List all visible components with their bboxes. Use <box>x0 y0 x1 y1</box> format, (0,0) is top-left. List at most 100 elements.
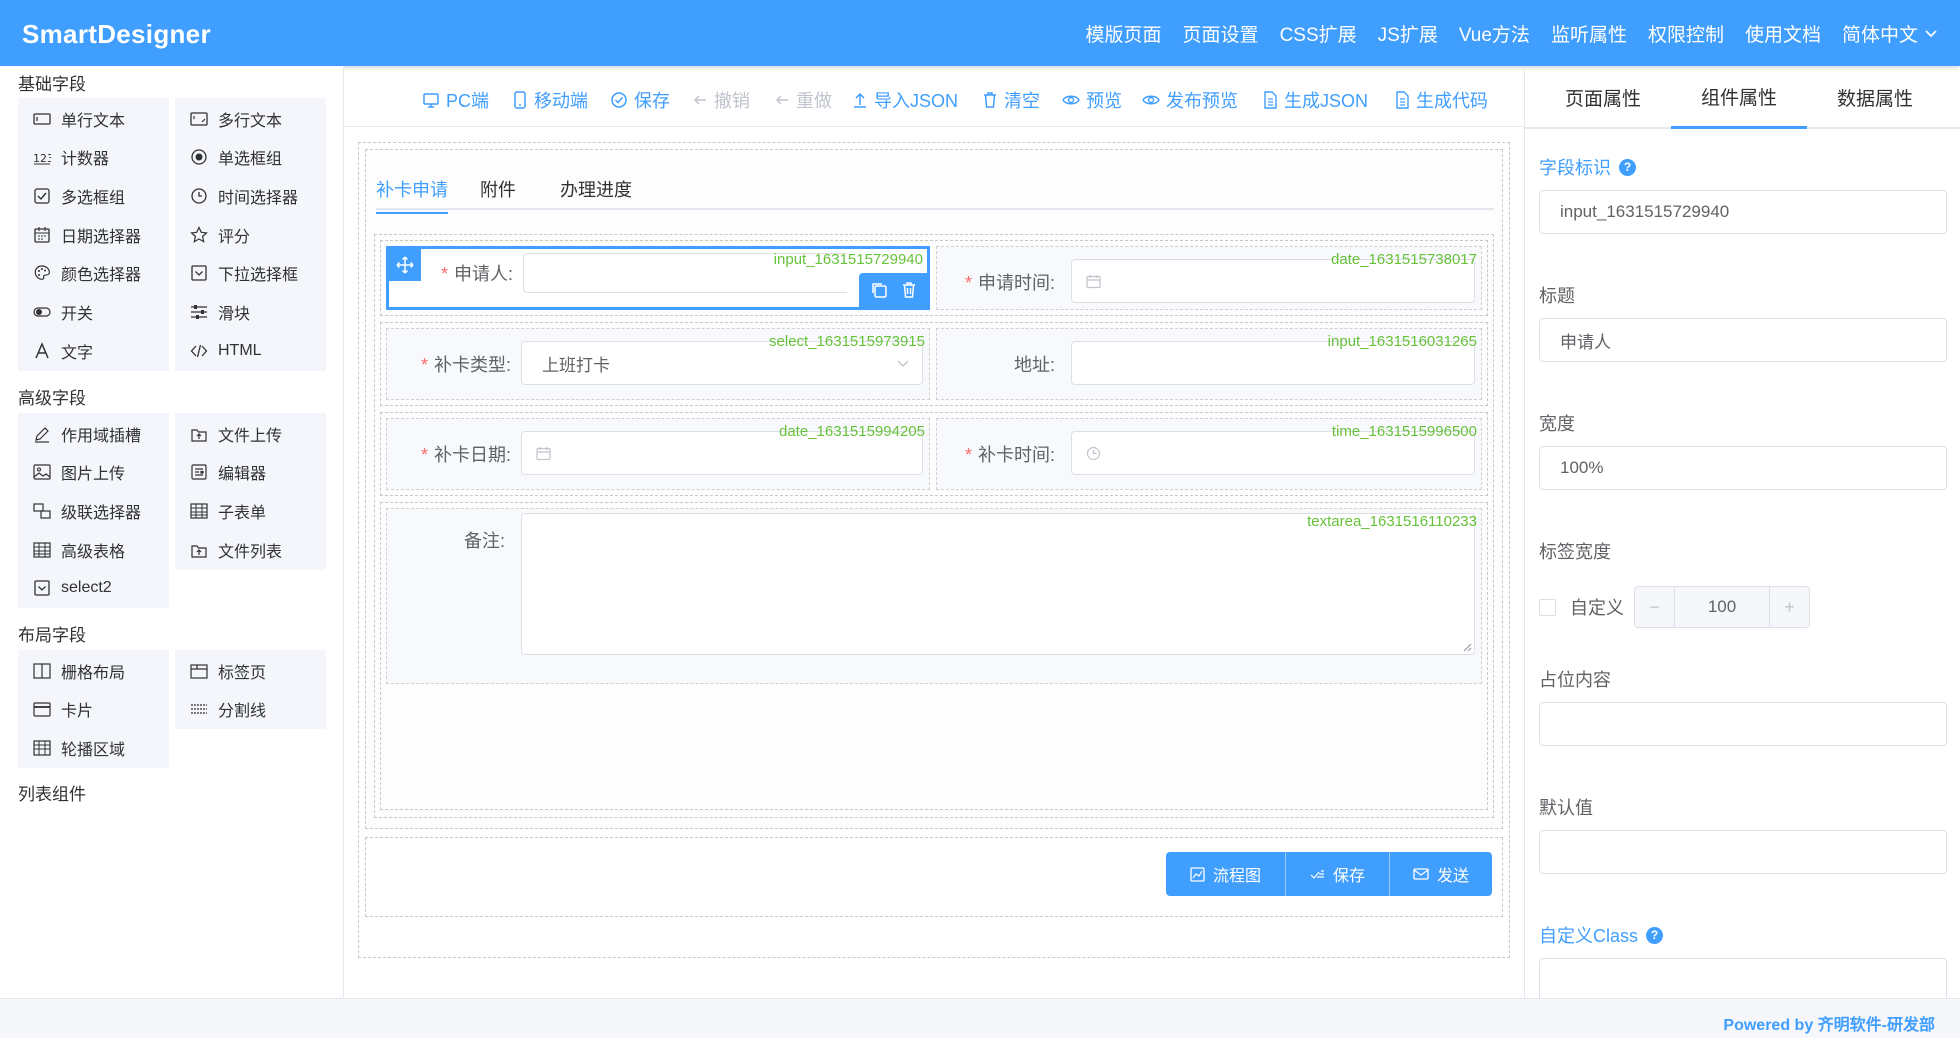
delete-icon[interactable] <box>901 281 917 299</box>
field-remark: 备注: textarea_1631516110233 <box>386 508 1482 684</box>
component-item[interactable]: 颜色选择器 <box>18 252 169 293</box>
component-item[interactable]: 单选框组 <box>175 136 326 177</box>
group-title-advanced: 高级字段 <box>18 389 86 408</box>
required-mark: * <box>964 445 972 465</box>
undo-button[interactable]: 撤销 <box>692 87 750 113</box>
component-item[interactable]: 时间选择器 <box>175 175 326 216</box>
form-save-label: 保存 <box>1332 868 1365 885</box>
save-button[interactable]: 保存 <box>610 87 670 113</box>
redo-button[interactable]: 重做 <box>774 87 832 113</box>
component-item[interactable]: 分割线 <box>175 688 326 729</box>
mobile-button[interactable]: 移动端 <box>512 87 588 113</box>
component-item[interactable]: HTML <box>175 330 326 371</box>
component-item[interactable]: 开关 <box>18 291 169 332</box>
component-item-label: 滑块 <box>218 305 251 323</box>
placeholder-input[interactable] <box>1539 702 1947 746</box>
component-item[interactable]: 栅格布局 <box>18 650 169 691</box>
component-item[interactable]: 卡片 <box>18 688 169 729</box>
nav-watch-props[interactable]: 监听属性 <box>1551 20 1627 47</box>
label-width-value[interactable]: 100 <box>1675 587 1769 627</box>
calendar-icon <box>1086 274 1101 289</box>
language-select[interactable]: 简体中文 <box>1842 20 1938 47</box>
carousel-icon <box>33 739 51 757</box>
remark-textarea[interactable] <box>521 513 1475 655</box>
component-item-label: 轮播区域 <box>61 741 126 759</box>
group-title-list: 列表组件 <box>18 785 86 804</box>
component-item-label: 编辑器 <box>218 465 267 483</box>
apply-time-label: * 申请时间: <box>964 273 1055 293</box>
component-item[interactable]: 日期选择器 <box>18 214 169 255</box>
component-item[interactable]: 级联选择器 <box>18 490 169 531</box>
card-date-label: * 补卡日期: <box>420 445 511 465</box>
tab-progress[interactable]: 办理进度 <box>560 176 632 212</box>
component-item[interactable]: 文件列表 <box>175 529 326 570</box>
tab-page-props[interactable]: 页面属性 <box>1535 66 1671 129</box>
upload-icon <box>190 541 208 559</box>
move-handle-icon[interactable] <box>389 249 421 281</box>
plus-icon[interactable]: + <box>1769 587 1809 627</box>
field-id-input[interactable]: input_1631515729940 <box>1539 190 1947 234</box>
help-icon[interactable]: ? <box>1619 158 1636 176</box>
component-item[interactable]: 子表单 <box>175 490 326 531</box>
tab-apply[interactable]: 补卡申请 <box>376 176 448 214</box>
generate-json-button[interactable]: 生成JSON <box>1262 87 1368 113</box>
title-input[interactable]: 申请人 <box>1539 318 1947 362</box>
textarea-icon <box>190 110 208 128</box>
clock-icon <box>1086 446 1101 461</box>
component-item[interactable]: 123 计数器 <box>18 136 169 177</box>
component-item[interactable]: 多行文本 <box>175 98 326 139</box>
nav-page-settings[interactable]: 页面设置 <box>1183 20 1259 47</box>
copy-icon[interactable] <box>870 281 888 299</box>
publish-preview-button[interactable]: 发布预览 <box>1142 87 1238 113</box>
redo-label: 重做 <box>796 91 832 111</box>
nav-permission[interactable]: 权限控制 <box>1648 20 1724 47</box>
nav-js-ext[interactable]: JS扩展 <box>1378 20 1438 47</box>
field-actions <box>859 273 927 307</box>
nav-css-ext[interactable]: CSS扩展 <box>1280 20 1357 47</box>
palette-icon <box>33 264 51 282</box>
nav-template-page[interactable]: 模版页面 <box>1086 20 1162 47</box>
custom-class-input[interactable] <box>1539 958 1947 998</box>
component-item[interactable]: 单行文本 <box>18 98 169 139</box>
pc-button[interactable]: PC端 <box>422 87 489 113</box>
component-item-label: 计数器 <box>61 150 110 168</box>
component-item[interactable]: 轮播区域 <box>18 727 169 768</box>
custom-checkbox[interactable] <box>1539 598 1556 616</box>
selected-field-applicant[interactable]: * 申请人: input_1631515729940 <box>386 246 930 310</box>
import-json-button[interactable]: 导入JSON <box>852 87 958 113</box>
minus-icon[interactable]: − <box>1635 587 1675 627</box>
preview-button[interactable]: 预览 <box>1062 87 1122 113</box>
tab-data-props[interactable]: 数据属性 <box>1807 66 1943 129</box>
generate-code-button[interactable]: 生成代码 <box>1394 87 1488 113</box>
default-input[interactable] <box>1539 830 1947 874</box>
component-item-label: 标签页 <box>218 664 267 682</box>
flowchart-button[interactable]: 流程图 <box>1166 852 1286 896</box>
component-item-label: 颜色选择器 <box>61 266 142 284</box>
component-item[interactable]: 下拉选择框 <box>175 252 326 293</box>
resize-handle-icon[interactable] <box>1462 642 1472 652</box>
send-label: 发送 <box>1436 868 1469 885</box>
help-icon[interactable]: ? <box>1646 926 1664 944</box>
component-item[interactable]: 滑块 <box>175 291 326 332</box>
text-icon <box>33 341 51 360</box>
component-item[interactable]: 高级表格 <box>18 529 169 570</box>
component-item[interactable]: 标签页 <box>175 650 326 691</box>
component-item[interactable]: 作用域插槽 <box>18 413 169 454</box>
send-button[interactable]: 发送 <box>1390 852 1492 896</box>
undo-icon <box>692 92 714 108</box>
nav-docs[interactable]: 使用文档 <box>1745 20 1821 47</box>
component-item[interactable]: 编辑器 <box>175 451 326 492</box>
clear-button[interactable]: 清空 <box>982 87 1040 113</box>
component-item[interactable]: 评分 <box>175 214 326 255</box>
component-item[interactable]: select2 <box>18 567 169 608</box>
component-item[interactable]: 文字 <box>18 330 169 371</box>
component-item[interactable]: 图片上传 <box>18 451 169 492</box>
component-item[interactable]: 文件上传 <box>175 413 326 454</box>
component-item[interactable]: 多选框组 <box>18 175 169 216</box>
nav-vue-methods[interactable]: Vue方法 <box>1459 20 1530 47</box>
form-save-button[interactable]: 保存 <box>1286 852 1390 896</box>
width-input[interactable]: 100% <box>1539 446 1947 490</box>
card-type-label: * 补卡类型: <box>420 355 511 375</box>
tab-component-props[interactable]: 组件属性 <box>1671 66 1807 129</box>
tab-attachment[interactable]: 附件 <box>480 176 516 212</box>
